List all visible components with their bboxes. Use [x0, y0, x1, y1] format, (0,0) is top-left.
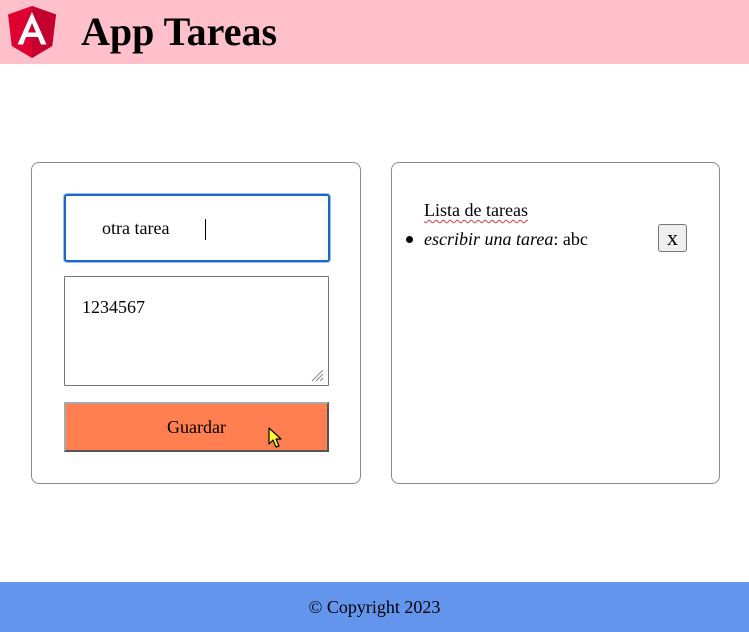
task-text: escribir una tarea: abc [424, 229, 588, 249]
task-description-textarea[interactable]: 1234567 [64, 276, 329, 386]
task-title: escribir una tarea [424, 229, 554, 249]
task-description: abc [558, 229, 588, 249]
app-footer: © Copyright 2023 [0, 582, 749, 632]
delete-task-button[interactable]: x [658, 224, 687, 252]
angular-logo-icon [8, 6, 56, 58]
task-list-card: Lista de tareas escribir una tarea: abc … [391, 162, 720, 484]
task-title-input[interactable] [64, 194, 330, 262]
list-item: escribir una tarea: abc [406, 229, 696, 255]
task-form-card: 1234567 Guardar [31, 162, 361, 484]
app-title: App Tareas [81, 9, 278, 54]
save-button[interactable]: Guardar [64, 402, 329, 452]
bullet-icon [406, 236, 413, 243]
app-header: App Tareas [0, 0, 749, 64]
copyright-text: © Copyright 2023 [308, 597, 441, 617]
task-list-heading: Lista de tareas [424, 200, 528, 220]
text-caret [205, 219, 206, 240]
resize-grip-icon[interactable] [310, 368, 324, 382]
mouse-cursor-icon [268, 427, 282, 448]
